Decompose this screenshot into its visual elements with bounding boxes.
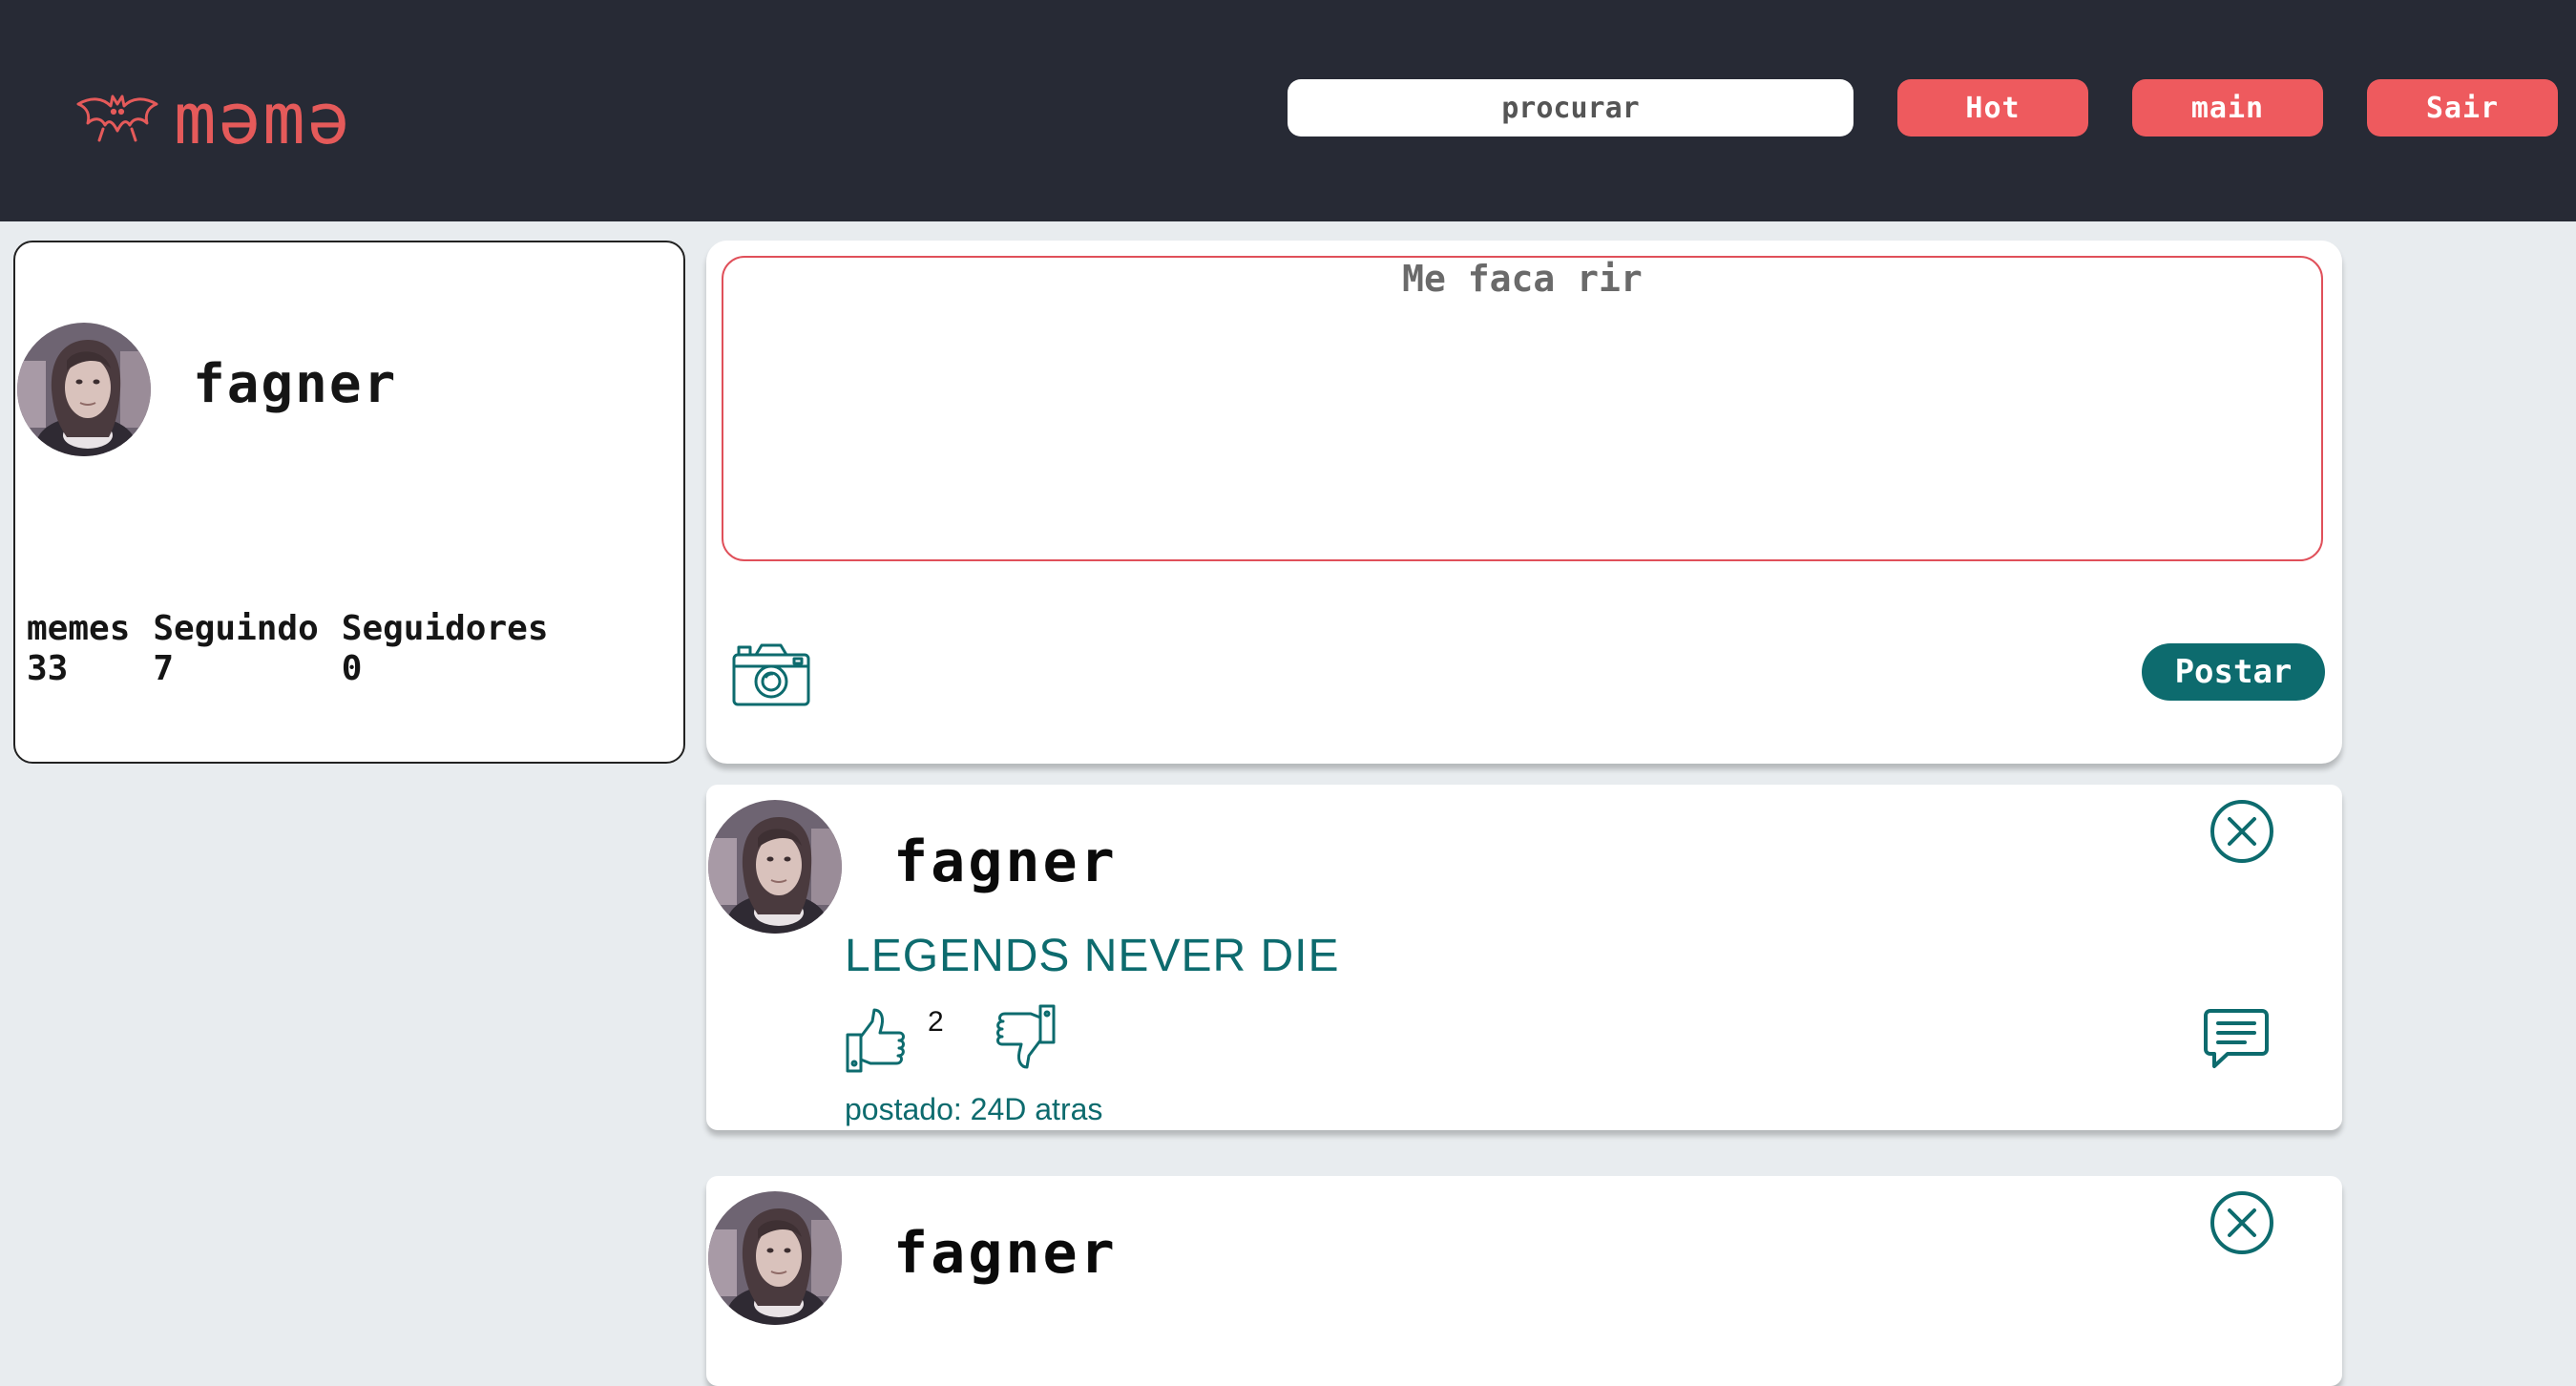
avatar[interactable] (708, 1191, 842, 1325)
logout-button[interactable]: Sair (2367, 79, 2558, 136)
stat-memes[interactable]: memes 33 (27, 609, 130, 689)
camera-icon[interactable] (731, 641, 811, 708)
avatar[interactable] (708, 800, 842, 934)
stat-label: Seguidores (341, 609, 549, 648)
thumbs-up-icon[interactable] (846, 1008, 907, 1073)
stat-value: 33 (27, 649, 69, 688)
top-navbar: məmə Hot main Sair (0, 0, 2576, 221)
post-text: LEGENDS NEVER DIE (845, 931, 1340, 981)
search-input[interactable] (1288, 79, 1853, 136)
thumbs-down-icon[interactable] (995, 1004, 1056, 1069)
stat-value: 0 (341, 649, 363, 688)
hot-button[interactable]: Hot (1897, 79, 2088, 136)
close-icon[interactable] (2209, 1190, 2274, 1255)
app-logo[interactable]: məmə (74, 84, 351, 155)
like-count: 2 (928, 1006, 944, 1038)
post-button[interactable]: Postar (2142, 643, 2325, 701)
close-icon[interactable] (2209, 799, 2274, 864)
profile-card: fagner memes 33 Seguindo 7 Seguidores 0 (13, 241, 685, 764)
main-button[interactable]: main (2132, 79, 2323, 136)
stat-label: Seguindo (153, 609, 319, 648)
compose-card: Postar (706, 241, 2342, 764)
bat-icon (74, 87, 160, 152)
stat-following[interactable]: Seguindo 7 (153, 609, 318, 689)
stat-label: memes (27, 609, 131, 648)
meme-post: fagner (706, 1176, 2342, 1386)
meme-post: fagner LEGENDS NEVER DIE 2 postado: 24D … (706, 785, 2342, 1130)
post-author[interactable]: fagner (893, 829, 1118, 895)
meme-text-input[interactable] (722, 256, 2323, 561)
post-author[interactable]: fagner (893, 1220, 1118, 1287)
logo-text: məmə (174, 78, 352, 160)
avatar[interactable] (17, 323, 151, 456)
stat-followers[interactable]: Seguidores 0 (342, 609, 549, 689)
comment-icon[interactable] (2203, 1007, 2270, 1070)
profile-username: fagner (193, 353, 398, 415)
post-date: postado: 24D atras (845, 1092, 1103, 1126)
stat-value: 7 (153, 649, 175, 688)
profile-stats: memes 33 Seguindo 7 Seguidores 0 (27, 609, 572, 689)
